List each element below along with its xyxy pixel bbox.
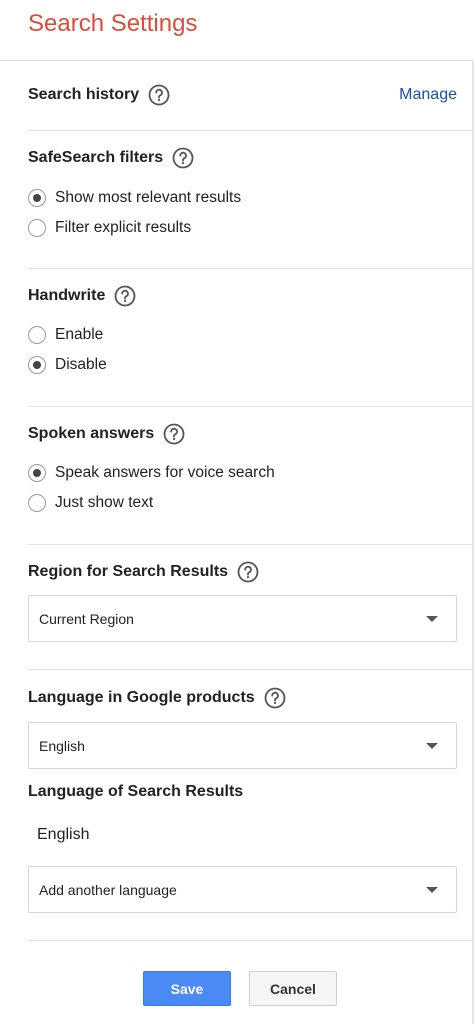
section-divider [28, 268, 474, 269]
radio-button[interactable] [28, 326, 46, 344]
help-icon[interactable] [237, 561, 259, 583]
radio-speak-answers[interactable]: Speak answers for voice search [28, 463, 275, 483]
radio-show-relevant[interactable]: Show most relevant results [28, 188, 241, 208]
radio-button-selected[interactable] [28, 356, 46, 374]
safesearch-heading: SafeSearch filters [28, 147, 194, 169]
section-divider [28, 940, 474, 941]
search-history-label: Search history [28, 86, 140, 103]
spoken-answers-heading: Spoken answers [28, 423, 185, 445]
language-results-label: Language of Search Results [28, 783, 244, 800]
radio-label: Enable [55, 326, 104, 343]
cancel-button[interactable]: Cancel [249, 971, 337, 1006]
section-divider [28, 406, 474, 407]
chevron-down-icon [426, 743, 438, 749]
handwrite-heading: Handwrite [28, 285, 136, 307]
help-icon[interactable] [163, 423, 185, 445]
manage-history-link[interactable]: Manage [399, 86, 457, 104]
radio-label: Just show text [55, 494, 154, 511]
radio-button[interactable] [28, 219, 46, 237]
radio-button-selected[interactable] [28, 189, 46, 207]
radio-filter-explicit[interactable]: Filter explicit results [28, 218, 191, 238]
region-select[interactable]: Current Region [28, 595, 457, 642]
language-products-select[interactable]: English [28, 722, 457, 769]
radio-button[interactable] [28, 494, 46, 512]
current-result-language: English [37, 826, 90, 843]
radio-label: Speak answers for voice search [55, 464, 275, 481]
title-divider [0, 60, 474, 61]
help-icon[interactable] [172, 147, 194, 169]
help-icon[interactable] [114, 285, 136, 307]
spoken-answers-label: Spoken answers [28, 425, 155, 442]
radio-button-selected[interactable] [28, 464, 46, 482]
region-label: Region for Search Results [28, 563, 229, 580]
language-results-heading: Language of Search Results [28, 783, 243, 801]
section-divider [28, 669, 474, 670]
radio-handwrite-enable[interactable]: Enable [28, 325, 103, 345]
help-icon[interactable] [264, 687, 286, 709]
radio-label: Disable [55, 356, 107, 373]
radio-label: Filter explicit results [55, 219, 192, 236]
chevron-down-icon [426, 616, 438, 622]
help-icon[interactable] [148, 84, 170, 106]
search-history-heading: Search history [28, 84, 170, 106]
region-heading: Region for Search Results [28, 561, 259, 583]
region-select-value: Current Region [39, 610, 134, 627]
safesearch-label: SafeSearch filters [28, 149, 164, 166]
handwrite-label: Handwrite [28, 287, 106, 304]
add-language-placeholder: Add another language [39, 881, 177, 898]
save-button[interactable]: Save [143, 971, 231, 1006]
radio-just-show-text[interactable]: Just show text [28, 493, 153, 513]
language-products-label: Language in Google products [28, 689, 255, 706]
language-products-heading: Language in Google products [28, 687, 286, 709]
add-language-select[interactable]: Add another language [28, 866, 457, 913]
radio-label: Show most relevant results [55, 189, 242, 206]
radio-handwrite-disable[interactable]: Disable [28, 355, 107, 375]
chevron-down-icon [426, 887, 438, 893]
language-products-select-value: English [39, 737, 85, 754]
page-title: Search Settings [28, 10, 198, 37]
section-divider [28, 130, 474, 131]
section-divider [28, 544, 474, 545]
